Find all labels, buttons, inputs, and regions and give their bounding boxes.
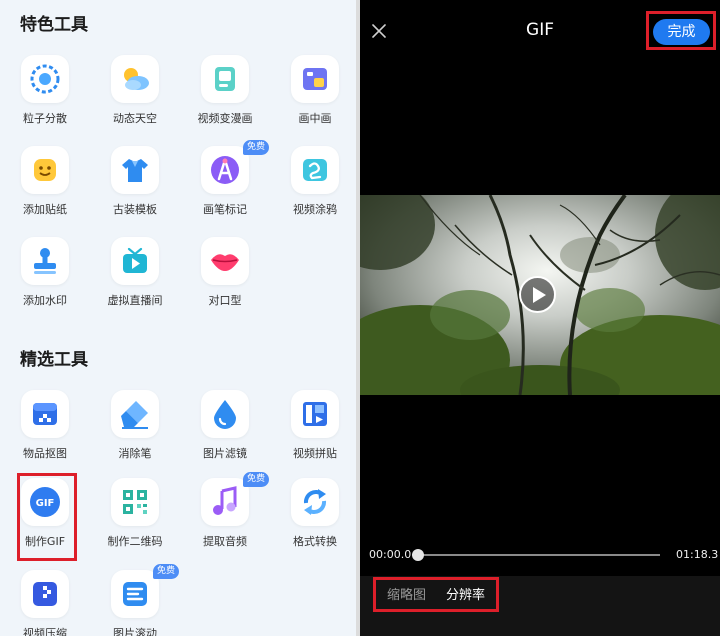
tool-icon-box xyxy=(111,237,159,285)
tool-comic[interactable]: 视频变漫画 xyxy=(180,55,270,139)
sticker-icon xyxy=(34,159,56,181)
brush-icon xyxy=(211,156,239,184)
tool-icon-box xyxy=(201,55,249,103)
play-button[interactable] xyxy=(519,276,556,313)
tool-label: 视频压缩 xyxy=(23,627,67,636)
tool-icon-box xyxy=(111,570,159,618)
tool-icon-box xyxy=(111,146,159,194)
tool-label: 添加水印 xyxy=(23,294,67,307)
tool-label: 提取音频 xyxy=(203,535,247,548)
tool-icon-box xyxy=(291,55,339,103)
tool-watermark[interactable]: 添加水印 xyxy=(0,237,90,321)
free-badge: 免费 xyxy=(242,472,269,487)
tool-cutout[interactable]: 物品抠图 xyxy=(0,390,90,474)
collage-icon xyxy=(303,402,327,426)
tool-doodle[interactable]: 视频涂鸦 xyxy=(270,146,356,230)
pip-icon xyxy=(303,68,327,90)
tool-convert[interactable]: 格式转换 xyxy=(270,478,356,562)
tool-label: 添加贴纸 xyxy=(23,203,67,216)
tool-label: 视频拼贴 xyxy=(293,447,337,460)
tool-lips[interactable]: 对口型 xyxy=(180,237,270,321)
tool-qrcode[interactable]: 制作二维码 xyxy=(90,478,180,562)
lips-icon xyxy=(211,254,239,271)
timeline: 00:00.0 01:18.3 xyxy=(360,540,720,570)
tool-label: 物品抠图 xyxy=(23,447,67,460)
tool-eraser[interactable]: 消除笔 xyxy=(90,390,180,474)
section-title-featured: 特色工具 xyxy=(20,15,88,35)
tool-pip[interactable]: 画中画 xyxy=(270,55,356,139)
tool-icon-box xyxy=(291,146,339,194)
tool-brush[interactable]: 免费 画笔标记 xyxy=(180,140,270,230)
scroll-icon xyxy=(123,582,147,606)
tool-live[interactable]: 虚拟直播间 xyxy=(90,237,180,321)
section-title-selected: 精选工具 xyxy=(20,350,88,370)
comic-icon xyxy=(215,67,235,91)
highlight-box-done xyxy=(646,11,716,50)
tool-icon-box xyxy=(201,237,249,285)
progress-thumb[interactable] xyxy=(412,549,424,561)
live-icon xyxy=(123,247,147,273)
tool-icon-box xyxy=(201,390,249,438)
tool-label: 制作二维码 xyxy=(107,535,163,548)
tool-label: 粒子分散 xyxy=(23,112,67,125)
tool-icon-box xyxy=(21,55,69,103)
tool-compress[interactable]: 视频压缩 xyxy=(0,570,90,636)
tool-icon-box xyxy=(111,55,159,103)
progress-track[interactable] xyxy=(418,554,660,556)
convert-icon xyxy=(303,489,327,515)
eraser-icon xyxy=(121,401,148,429)
tool-label: 对口型 xyxy=(208,294,242,307)
free-badge: 免费 xyxy=(242,140,269,155)
filter-icon xyxy=(214,400,236,429)
watermark-icon xyxy=(34,248,56,274)
tool-icon-box xyxy=(21,237,69,285)
current-time: 00:00.0 xyxy=(369,548,412,561)
tool-sticker[interactable]: 添加贴纸 xyxy=(0,146,90,230)
free-badge: 免费 xyxy=(152,564,179,579)
costume-icon xyxy=(122,159,148,182)
tool-label: 视频涂鸦 xyxy=(293,203,337,216)
tool-costume[interactable]: 古装模板 xyxy=(90,146,180,230)
tool-icon-box xyxy=(291,390,339,438)
sky-icon xyxy=(124,68,149,90)
gif-editor: GIF 完成 00:00.0 01:18.3 缩略图 分辨率 xyxy=(360,0,720,636)
tool-collage[interactable]: 视频拼贴 xyxy=(270,390,356,474)
tool-icon-box xyxy=(201,478,249,526)
tool-filter[interactable]: 图片滤镜 xyxy=(180,390,270,474)
tool-label: 图片滚动 xyxy=(113,627,157,636)
highlight-box-gif-tool xyxy=(17,473,77,561)
tool-icon-box xyxy=(21,390,69,438)
tool-icon-box xyxy=(201,146,249,194)
tool-label: 虚拟直播间 xyxy=(107,294,163,307)
play-icon xyxy=(533,287,546,303)
tool-icon-box xyxy=(111,390,159,438)
highlight-box-tabs xyxy=(373,577,499,612)
tool-label: 格式转换 xyxy=(293,535,337,548)
doodle-icon xyxy=(303,159,327,181)
tools-panel: 特色工具 粒子分散 动态天空 视频变漫画 画中画 添加贴纸 古装模板 免费 画笔… xyxy=(0,0,356,636)
tool-label: 视频变漫画 xyxy=(197,112,253,125)
video-preview[interactable] xyxy=(360,195,720,395)
tool-label: 图片滤镜 xyxy=(203,447,247,460)
tool-label: 古装模板 xyxy=(113,203,157,216)
tool-icon-box xyxy=(291,478,339,526)
tool-label: 画笔标记 xyxy=(203,203,247,216)
tool-sky[interactable]: 动态天空 xyxy=(90,55,180,139)
particle-icon xyxy=(30,64,60,94)
tool-label: 动态天空 xyxy=(113,112,157,125)
total-time: 01:18.3 xyxy=(676,548,719,561)
cutout-icon xyxy=(33,403,57,425)
tool-icon-box xyxy=(111,478,159,526)
tool-audio[interactable]: 免费 提取音频 xyxy=(180,472,270,562)
audio-icon xyxy=(213,486,237,515)
tool-icon-box xyxy=(21,146,69,194)
qrcode-icon xyxy=(123,490,147,514)
tool-label: 画中画 xyxy=(298,112,332,125)
bottom-tabs: 缩略图 分辨率 xyxy=(360,576,720,636)
tool-label: 消除笔 xyxy=(118,447,152,460)
tool-scroll[interactable]: 免费 图片滚动 xyxy=(90,564,180,636)
tool-particle[interactable]: 粒子分散 xyxy=(0,55,90,139)
tool-icon-box xyxy=(21,570,69,618)
compress-icon xyxy=(33,582,57,606)
